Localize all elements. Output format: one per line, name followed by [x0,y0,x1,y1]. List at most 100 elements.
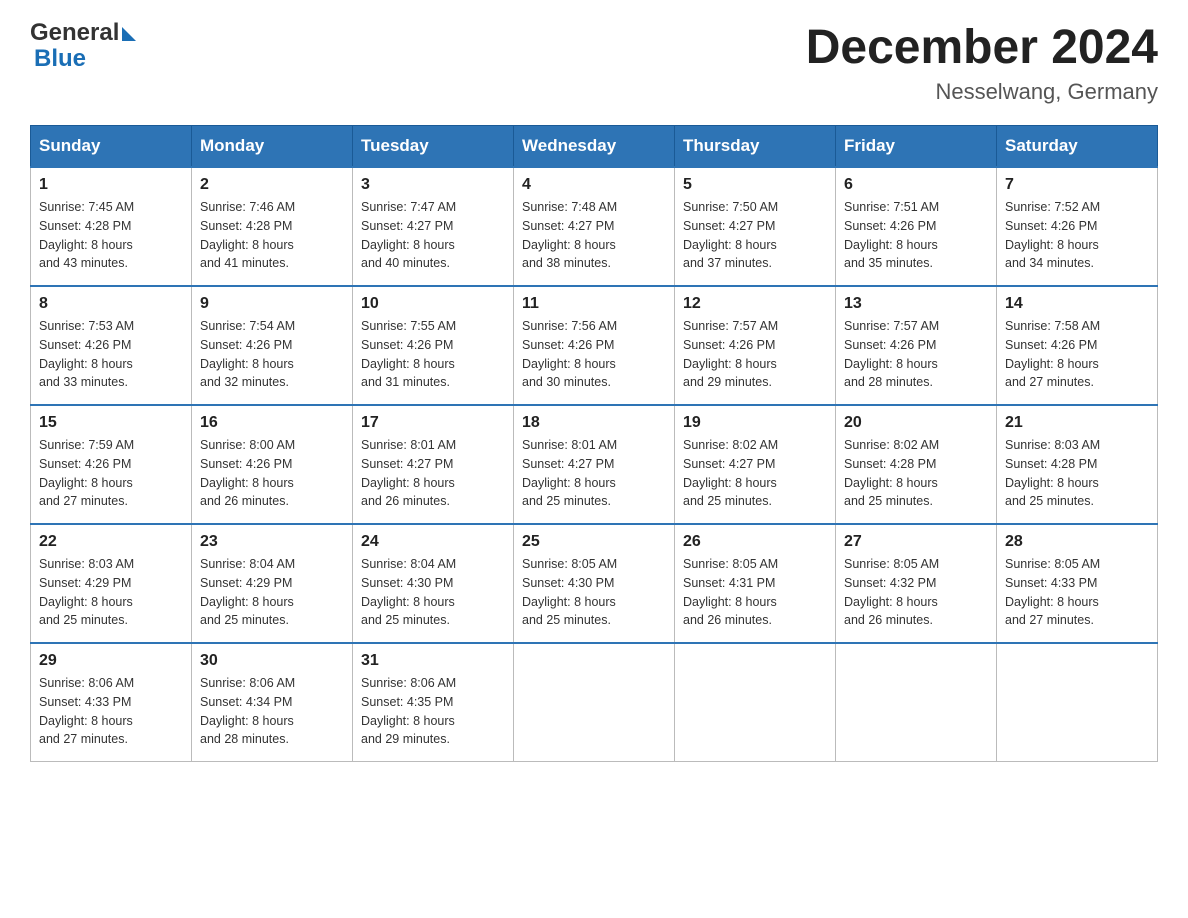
day-info: Sunrise: 7:59 AM Sunset: 4:26 PM Dayligh… [39,436,183,511]
calendar-cell: 10 Sunrise: 7:55 AM Sunset: 4:26 PM Dayl… [353,286,514,405]
col-header-sunday: Sunday [31,126,192,168]
day-info: Sunrise: 8:06 AM Sunset: 4:34 PM Dayligh… [200,674,344,749]
day-number: 24 [361,533,505,551]
calendar-cell: 31 Sunrise: 8:06 AM Sunset: 4:35 PM Dayl… [353,643,514,762]
calendar-cell: 28 Sunrise: 8:05 AM Sunset: 4:33 PM Dayl… [997,524,1158,643]
day-info: Sunrise: 8:04 AM Sunset: 4:29 PM Dayligh… [200,555,344,630]
calendar-cell: 27 Sunrise: 8:05 AM Sunset: 4:32 PM Dayl… [836,524,997,643]
col-header-friday: Friday [836,126,997,168]
calendar-cell: 1 Sunrise: 7:45 AM Sunset: 4:28 PM Dayli… [31,167,192,286]
calendar-cell: 12 Sunrise: 7:57 AM Sunset: 4:26 PM Dayl… [675,286,836,405]
calendar-table: Sunday Monday Tuesday Wednesday Thursday… [30,125,1158,762]
day-info: Sunrise: 8:06 AM Sunset: 4:35 PM Dayligh… [361,674,505,749]
day-info: Sunrise: 8:06 AM Sunset: 4:33 PM Dayligh… [39,674,183,749]
day-info: Sunrise: 7:56 AM Sunset: 4:26 PM Dayligh… [522,317,666,392]
day-number: 1 [39,176,183,194]
day-info: Sunrise: 7:48 AM Sunset: 4:27 PM Dayligh… [522,198,666,273]
day-number: 11 [522,295,666,313]
day-info: Sunrise: 8:05 AM Sunset: 4:31 PM Dayligh… [683,555,827,630]
calendar-cell: 24 Sunrise: 8:04 AM Sunset: 4:30 PM Dayl… [353,524,514,643]
logo: General Blue [30,20,136,73]
page-header: General Blue December 2024 Nesselwang, G… [30,20,1158,105]
calendar-cell: 14 Sunrise: 7:58 AM Sunset: 4:26 PM Dayl… [997,286,1158,405]
calendar-week-2: 8 Sunrise: 7:53 AM Sunset: 4:26 PM Dayli… [31,286,1158,405]
day-info: Sunrise: 7:58 AM Sunset: 4:26 PM Dayligh… [1005,317,1149,392]
col-header-monday: Monday [192,126,353,168]
day-number: 3 [361,176,505,194]
day-number: 14 [1005,295,1149,313]
calendar-cell: 22 Sunrise: 8:03 AM Sunset: 4:29 PM Dayl… [31,524,192,643]
day-info: Sunrise: 8:01 AM Sunset: 4:27 PM Dayligh… [361,436,505,511]
day-number: 23 [200,533,344,551]
day-info: Sunrise: 8:04 AM Sunset: 4:30 PM Dayligh… [361,555,505,630]
day-info: Sunrise: 8:05 AM Sunset: 4:30 PM Dayligh… [522,555,666,630]
day-number: 25 [522,533,666,551]
day-number: 26 [683,533,827,551]
calendar-week-5: 29 Sunrise: 8:06 AM Sunset: 4:33 PM Dayl… [31,643,1158,762]
day-number: 17 [361,414,505,432]
day-number: 6 [844,176,988,194]
day-number: 22 [39,533,183,551]
calendar-cell: 26 Sunrise: 8:05 AM Sunset: 4:31 PM Dayl… [675,524,836,643]
day-info: Sunrise: 7:51 AM Sunset: 4:26 PM Dayligh… [844,198,988,273]
day-info: Sunrise: 7:57 AM Sunset: 4:26 PM Dayligh… [683,317,827,392]
day-info: Sunrise: 7:52 AM Sunset: 4:26 PM Dayligh… [1005,198,1149,273]
calendar-cell: 4 Sunrise: 7:48 AM Sunset: 4:27 PM Dayli… [514,167,675,286]
day-info: Sunrise: 7:47 AM Sunset: 4:27 PM Dayligh… [361,198,505,273]
day-info: Sunrise: 8:02 AM Sunset: 4:27 PM Dayligh… [683,436,827,511]
day-number: 18 [522,414,666,432]
col-header-wednesday: Wednesday [514,126,675,168]
calendar-week-1: 1 Sunrise: 7:45 AM Sunset: 4:28 PM Dayli… [31,167,1158,286]
calendar-cell: 9 Sunrise: 7:54 AM Sunset: 4:26 PM Dayli… [192,286,353,405]
title-block: December 2024 Nesselwang, Germany [806,20,1158,105]
calendar-header-row: Sunday Monday Tuesday Wednesday Thursday… [31,126,1158,168]
calendar-cell: 18 Sunrise: 8:01 AM Sunset: 4:27 PM Dayl… [514,405,675,524]
day-number: 12 [683,295,827,313]
calendar-cell: 8 Sunrise: 7:53 AM Sunset: 4:26 PM Dayli… [31,286,192,405]
day-number: 9 [200,295,344,313]
calendar-cell: 25 Sunrise: 8:05 AM Sunset: 4:30 PM Dayl… [514,524,675,643]
calendar-cell: 23 Sunrise: 8:04 AM Sunset: 4:29 PM Dayl… [192,524,353,643]
calendar-cell [675,643,836,762]
calendar-cell: 29 Sunrise: 8:06 AM Sunset: 4:33 PM Dayl… [31,643,192,762]
logo-blue: Blue [34,46,136,72]
calendar-cell: 2 Sunrise: 7:46 AM Sunset: 4:28 PM Dayli… [192,167,353,286]
logo-general: General [30,20,136,46]
day-info: Sunrise: 8:00 AM Sunset: 4:26 PM Dayligh… [200,436,344,511]
day-info: Sunrise: 7:45 AM Sunset: 4:28 PM Dayligh… [39,198,183,273]
calendar-cell: 11 Sunrise: 7:56 AM Sunset: 4:26 PM Dayl… [514,286,675,405]
day-number: 13 [844,295,988,313]
day-number: 15 [39,414,183,432]
calendar-cell: 7 Sunrise: 7:52 AM Sunset: 4:26 PM Dayli… [997,167,1158,286]
day-number: 7 [1005,176,1149,194]
calendar-cell [997,643,1158,762]
day-number: 8 [39,295,183,313]
calendar-cell: 19 Sunrise: 8:02 AM Sunset: 4:27 PM Dayl… [675,405,836,524]
calendar-cell: 15 Sunrise: 7:59 AM Sunset: 4:26 PM Dayl… [31,405,192,524]
day-info: Sunrise: 8:03 AM Sunset: 4:29 PM Dayligh… [39,555,183,630]
day-info: Sunrise: 7:53 AM Sunset: 4:26 PM Dayligh… [39,317,183,392]
day-info: Sunrise: 7:57 AM Sunset: 4:26 PM Dayligh… [844,317,988,392]
day-info: Sunrise: 7:55 AM Sunset: 4:26 PM Dayligh… [361,317,505,392]
col-header-saturday: Saturday [997,126,1158,168]
day-number: 4 [522,176,666,194]
main-title: December 2024 [806,20,1158,75]
day-number: 19 [683,414,827,432]
day-info: Sunrise: 7:50 AM Sunset: 4:27 PM Dayligh… [683,198,827,273]
day-number: 27 [844,533,988,551]
calendar-week-4: 22 Sunrise: 8:03 AM Sunset: 4:29 PM Dayl… [31,524,1158,643]
calendar-cell [836,643,997,762]
day-number: 21 [1005,414,1149,432]
col-header-thursday: Thursday [675,126,836,168]
day-info: Sunrise: 8:03 AM Sunset: 4:28 PM Dayligh… [1005,436,1149,511]
day-info: Sunrise: 8:05 AM Sunset: 4:33 PM Dayligh… [1005,555,1149,630]
calendar-week-3: 15 Sunrise: 7:59 AM Sunset: 4:26 PM Dayl… [31,405,1158,524]
calendar-cell: 13 Sunrise: 7:57 AM Sunset: 4:26 PM Dayl… [836,286,997,405]
calendar-cell: 16 Sunrise: 8:00 AM Sunset: 4:26 PM Dayl… [192,405,353,524]
day-info: Sunrise: 8:02 AM Sunset: 4:28 PM Dayligh… [844,436,988,511]
day-number: 30 [200,652,344,670]
calendar-cell: 17 Sunrise: 8:01 AM Sunset: 4:27 PM Dayl… [353,405,514,524]
day-info: Sunrise: 7:46 AM Sunset: 4:28 PM Dayligh… [200,198,344,273]
day-number: 10 [361,295,505,313]
day-number: 29 [39,652,183,670]
